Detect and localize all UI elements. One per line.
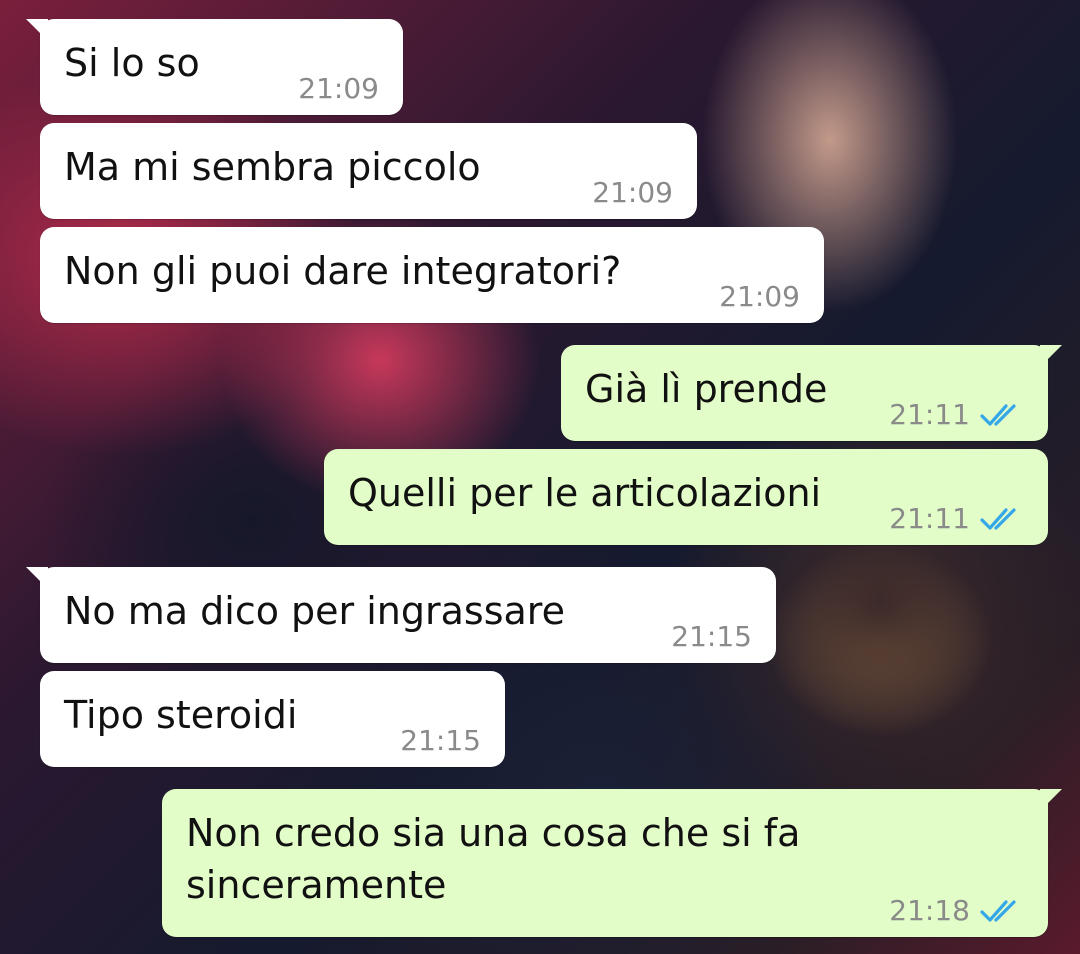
message-meta: 21:09 [298, 72, 379, 105]
message-meta: 21:15 [671, 620, 752, 653]
message-text: No ma dico per ingrassare [64, 589, 565, 633]
message-time: 21:11 [889, 398, 970, 431]
message-time: 21:09 [592, 176, 673, 209]
bubble-tail [26, 19, 48, 41]
double-check-icon [980, 899, 1016, 922]
message-bubble-incoming[interactable]: Si lo so 21:09 [26, 19, 403, 115]
message-meta: 21:18 [889, 894, 1024, 927]
message-bubble-outgoing[interactable]: Già lì prende 21:11 [561, 345, 1062, 441]
message-bubble-incoming[interactable]: Ma mi sembra piccolo 21:09 [40, 123, 697, 219]
message-meta: 21:15 [400, 724, 481, 757]
message-time: 21:15 [671, 620, 752, 653]
message-text: Non gli puoi dare integratori? [64, 249, 622, 293]
message-time: 21:15 [400, 724, 481, 757]
message-meta: 21:09 [592, 176, 673, 209]
message-text: Tipo steroidi [64, 693, 298, 737]
message-bubble-incoming[interactable]: Tipo steroidi 21:15 [40, 671, 505, 767]
message-bubble-incoming[interactable]: No ma dico per ingrassare 21:15 [26, 567, 776, 663]
double-check-icon [980, 403, 1016, 426]
message-meta: 21:09 [719, 280, 800, 313]
message-meta: 21:11 [889, 502, 1024, 535]
message-time: 21:11 [889, 502, 970, 535]
message-text: Ma mi sembra piccolo [64, 145, 481, 189]
bubble-tail [1040, 789, 1062, 811]
message-text: Quelli per le articolazioni [348, 471, 822, 515]
message-bubble-outgoing[interactable]: Non credo sia una cosa che si fa sincera… [162, 789, 1062, 937]
message-bubble-incoming[interactable]: Non gli puoi dare integratori? 21:09 [40, 227, 824, 323]
bubble-tail [1040, 345, 1062, 367]
message-text: Non credo sia una cosa che si fa sincera… [186, 811, 801, 907]
double-check-icon [980, 507, 1016, 530]
message-text: Già lì prende [585, 367, 828, 411]
message-bubble-outgoing[interactable]: Quelli per le articolazioni 21:11 [324, 449, 1048, 545]
bubble-tail [26, 567, 48, 589]
message-time: 21:09 [719, 280, 800, 313]
message-text: Si lo so [64, 41, 200, 85]
message-time: 21:18 [889, 894, 970, 927]
message-meta: 21:11 [889, 398, 1024, 431]
message-time: 21:09 [298, 72, 379, 105]
